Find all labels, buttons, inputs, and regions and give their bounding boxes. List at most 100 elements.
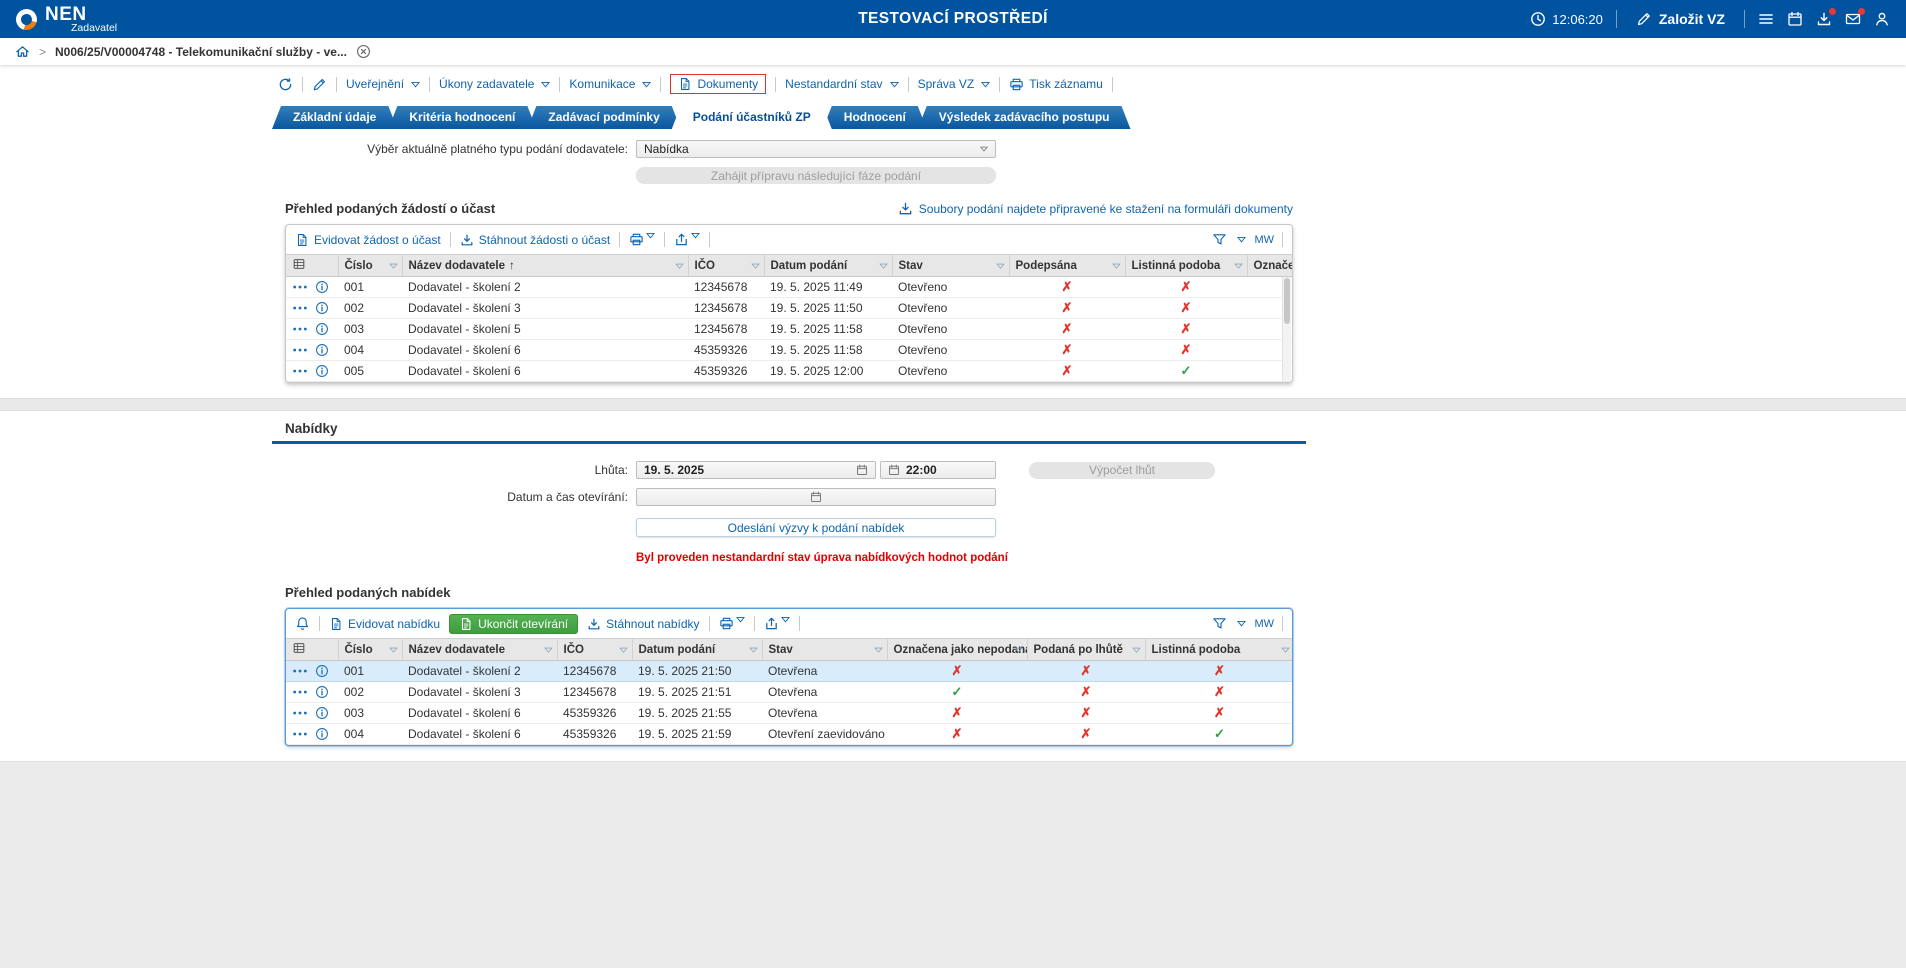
row-menu-icon[interactable]	[292, 689, 308, 695]
info-icon[interactable]	[315, 364, 329, 378]
tab-podani-ucastniku-zp[interactable]: Podání účastníků ZP	[672, 106, 832, 129]
row-menu-icon[interactable]	[292, 347, 308, 353]
info-icon[interactable]	[315, 280, 329, 294]
chevron-down-icon[interactable]	[1237, 620, 1246, 627]
downloads-button[interactable]	[1816, 11, 1832, 27]
column-datum-podani[interactable]: Datum podání	[764, 255, 892, 277]
print-table-button[interactable]	[719, 616, 745, 631]
info-icon[interactable]	[315, 727, 329, 741]
notifications-button[interactable]	[295, 616, 310, 631]
pencil-icon	[1636, 11, 1652, 27]
column-podepsana[interactable]: Podepsána	[1009, 255, 1125, 277]
nen-logo[interactable]: NEN Zadavatel	[16, 5, 117, 34]
column-oznacena[interactable]: Označe	[1247, 255, 1293, 277]
column-cislo[interactable]: Číslo	[338, 639, 402, 661]
tab-vysledek-zadavaciho-postupu[interactable]: Výsledek zadávacího postupu	[918, 106, 1131, 129]
calendar-icon[interactable]	[856, 464, 868, 476]
table-row[interactable]: 003 Dodavatel - školení 6 45359326 19. 5…	[286, 703, 1293, 724]
table-row[interactable]: 002 Dodavatel - školení 3 12345678 19. 5…	[286, 298, 1293, 319]
menu-tisk-zaznamu[interactable]: Tisk záznamu	[1009, 77, 1103, 92]
breadcrumb-item[interactable]: N006/25/V00004748 - Telekomunikační služ…	[55, 45, 347, 59]
column-ico[interactable]: IČO	[688, 255, 764, 277]
table-scrollbar[interactable]	[1282, 277, 1291, 381]
export-table-button[interactable]	[674, 232, 700, 247]
calendar-button[interactable]	[1787, 11, 1803, 27]
menu-dokumenty[interactable]: Dokumenty	[670, 74, 766, 94]
tab-kriteria-hodnoceni[interactable]: Kritéria hodnocení	[388, 106, 536, 129]
info-icon[interactable]	[315, 685, 329, 699]
table-row[interactable]: 001 Dodavatel - školení 2 12345678 19. 5…	[286, 277, 1293, 298]
column-listinna-podoba[interactable]: Listinná podoba	[1145, 639, 1293, 661]
info-icon[interactable]	[315, 664, 329, 678]
close-tab-button[interactable]	[356, 44, 371, 59]
table-row[interactable]: 004 Dodavatel - školení 6 45359326 19. 5…	[286, 724, 1293, 745]
column-select[interactable]	[286, 255, 338, 277]
tab-zadavaci-podminky[interactable]: Zadávací podmínky	[527, 106, 680, 129]
row-menu-icon[interactable]	[292, 731, 308, 737]
column-oznacena-jako-nepodana[interactable]: Označena jako nepodaná	[887, 639, 1027, 661]
edit-button[interactable]	[312, 77, 327, 92]
user-icon	[1874, 11, 1890, 27]
next-phase-button[interactable]: Zahájit přípravu následující fáze podání	[636, 167, 996, 184]
mw-button[interactable]: MW	[1254, 234, 1274, 246]
info-icon[interactable]	[315, 706, 329, 720]
column-nazev-dodavatele[interactable]: Název dodavatele↑	[402, 255, 688, 277]
tab-hodnoceni[interactable]: Hodnocení	[823, 106, 927, 129]
filter-button[interactable]	[1212, 616, 1227, 631]
menu-nestandardni-stav[interactable]: Nestandardní stav	[785, 77, 898, 91]
column-listinna-podoba[interactable]: Listinná podoba	[1125, 255, 1247, 277]
print-table-button[interactable]	[629, 232, 655, 247]
row-menu-icon[interactable]	[292, 668, 308, 674]
info-icon[interactable]	[315, 301, 329, 315]
stahnout-zadosti-button[interactable]: Stáhnout žádosti o účast	[460, 233, 610, 247]
chevron-down-icon[interactable]	[1237, 236, 1246, 243]
menu-komunikace[interactable]: Komunikace	[569, 77, 651, 91]
table-row[interactable]: 004 Dodavatel - školení 6 45359326 19. 5…	[286, 340, 1293, 361]
ukoncit-oteviani-button[interactable]: Ukončit otevírání	[449, 614, 578, 634]
profile-button[interactable]	[1874, 11, 1890, 27]
evidovat-zadost-button[interactable]: Evidovat žádost o účast	[295, 233, 441, 247]
column-stav[interactable]: Stav	[762, 639, 887, 661]
menu-uverejneni[interactable]: Uveřejnění	[346, 77, 420, 91]
info-icon[interactable]	[315, 343, 329, 357]
row-menu-icon[interactable]	[292, 305, 308, 311]
home-button[interactable]	[15, 44, 30, 59]
stahnout-nabidky-button[interactable]: Stáhnout nabídky	[587, 617, 699, 631]
export-table-button[interactable]	[764, 616, 790, 631]
cell-nazev: Dodavatel - školení 5	[402, 319, 688, 340]
menu-sprava-vz[interactable]: Správa VZ	[918, 77, 991, 91]
oteviani-date-field[interactable]	[636, 488, 996, 506]
column-nazev-dodavatele[interactable]: Název dodavatele	[402, 639, 557, 661]
messages-button[interactable]	[1845, 11, 1861, 27]
files-download-link[interactable]: Soubory podání najdete připravené ke sta…	[898, 201, 1293, 216]
odeslani-vyzvy-button[interactable]: Odeslání výzvy k podání nabídek	[636, 518, 996, 537]
column-cislo[interactable]: Číslo	[338, 255, 402, 277]
vypocet-lhut-button[interactable]: Výpočet lhůt	[1029, 462, 1215, 479]
history-button[interactable]	[278, 77, 293, 92]
column-select[interactable]	[286, 639, 338, 661]
row-menu-icon[interactable]	[292, 326, 308, 332]
info-icon[interactable]	[315, 322, 329, 336]
row-menu-icon[interactable]	[292, 710, 308, 716]
column-stav[interactable]: Stav	[892, 255, 1009, 277]
evidovat-nabidku-button[interactable]: Evidovat nabídku	[329, 617, 440, 631]
table-row[interactable]: 005 Dodavatel - školení 6 45359326 19. 5…	[286, 361, 1293, 382]
column-datum-podani[interactable]: Datum podání	[632, 639, 762, 661]
lhuta-time-field[interactable]: 22:00	[880, 461, 996, 479]
submission-type-select[interactable]: Nabídka	[636, 140, 996, 158]
table-row[interactable]: 002 Dodavatel - školení 3 12345678 19. 5…	[286, 682, 1293, 703]
mw-button[interactable]: MW	[1254, 618, 1274, 630]
row-menu-icon[interactable]	[292, 368, 308, 374]
scrollbar-thumb[interactable]	[1284, 278, 1290, 324]
column-ico[interactable]: IČO	[557, 639, 632, 661]
filter-button[interactable]	[1212, 232, 1227, 247]
lhuta-date-field[interactable]: 19. 5. 2025	[636, 461, 876, 479]
table-row[interactable]: 003 Dodavatel - školení 5 12345678 19. 5…	[286, 319, 1293, 340]
menu-ukony-zadavatele[interactable]: Úkony zadavatele	[439, 77, 550, 91]
menu-button[interactable]	[1758, 11, 1774, 27]
row-menu-icon[interactable]	[292, 284, 308, 290]
table-row-selected[interactable]: 001 Dodavatel - školení 2 12345678 19. 5…	[286, 661, 1293, 682]
tab-zakladni-udaje[interactable]: Základní údaje	[272, 106, 397, 129]
column-podana-po-lhute[interactable]: Podaná po lhůtě	[1027, 639, 1145, 661]
create-vz-button[interactable]: Založit VZ	[1630, 10, 1731, 28]
